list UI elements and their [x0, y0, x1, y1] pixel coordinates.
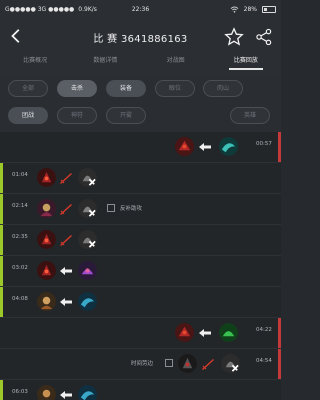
- dire-side-bar: [278, 318, 281, 348]
- hero-portrait: [37, 385, 56, 400]
- tab-data-details[interactable]: 数据详情: [70, 54, 140, 74]
- hero-portrait: [37, 168, 56, 187]
- radiant-side-bar: [0, 225, 3, 255]
- hero-portrait: [78, 385, 97, 400]
- tab-match-replay[interactable]: 比赛回放: [211, 54, 281, 74]
- sword-kill-icon: [59, 234, 73, 246]
- clock: 22:36: [131, 6, 150, 13]
- filter-panel: 全部 击杀 装备 眼位 肉山 团战 神符 开雾 英雄: [0, 74, 281, 132]
- hero-portrait: [37, 292, 56, 311]
- tab-battle-map[interactable]: 对战图: [141, 54, 211, 74]
- sword-kill-icon: [201, 358, 215, 370]
- radiant-side-bar: [0, 380, 3, 400]
- event-time: 04:22: [256, 327, 272, 333]
- event-note: 反补助攻: [120, 206, 143, 212]
- timeline-event-row[interactable]: 04:22: [0, 318, 281, 348]
- timeline-event-row[interactable]: 时间劳边 04:54: [0, 349, 281, 379]
- event-time: 02:35: [12, 234, 28, 240]
- radiant-side-bar: [0, 256, 3, 286]
- event-time: 03:02: [12, 265, 28, 271]
- filter-heroes-chip[interactable]: 英雄: [230, 107, 270, 124]
- deny-checkbox[interactable]: [165, 359, 173, 367]
- deny-icon: [198, 141, 212, 153]
- event-time: 04:54: [256, 358, 272, 364]
- hero-portrait: [78, 261, 97, 280]
- timeline-event-row[interactable]: 04:08: [0, 287, 281, 317]
- filter-items-chip[interactable]: 装备: [106, 80, 146, 97]
- hero-portrait: [175, 137, 194, 156]
- deny-icon: [59, 389, 73, 400]
- hero-portrait: [219, 137, 238, 156]
- tab-bar: 比赛概况 数据详情 对战图 比赛回放: [0, 54, 281, 74]
- filter-all-chip[interactable]: 全部: [8, 80, 48, 97]
- status-bar: G●●●●● 3G ●●●●● 0.9K/s 22:36 28%: [0, 0, 281, 19]
- hero-portrait: [78, 199, 97, 218]
- deny-checkbox[interactable]: [107, 204, 115, 212]
- radiant-side-bar: [0, 287, 3, 317]
- deny-icon: [198, 327, 212, 339]
- timeline-event-row[interactable]: 02:35: [0, 225, 281, 255]
- deny-icon: [59, 265, 73, 277]
- sword-kill-icon: [59, 172, 73, 184]
- hero-portrait: [78, 230, 97, 249]
- hero-portrait: [219, 323, 238, 342]
- dire-side-bar: [278, 349, 281, 379]
- hero-portrait: [37, 199, 56, 218]
- filter-runes-chip[interactable]: 神符: [57, 107, 97, 124]
- filter-wards-chip[interactable]: 眼位: [155, 80, 195, 97]
- event-time: 04:08: [12, 296, 28, 302]
- hero-portrait: [37, 261, 56, 280]
- hero-portrait: [221, 354, 240, 373]
- hero-portrait: [78, 168, 97, 187]
- radiant-side-bar: [0, 163, 3, 193]
- timeline-event-row[interactable]: 02:14 反补助攻: [0, 194, 281, 224]
- star-icon[interactable]: [224, 27, 244, 47]
- event-time: 00:57: [256, 141, 272, 147]
- hero-portrait: [37, 230, 56, 249]
- deny-icon: [59, 296, 73, 308]
- event-note: 时间劳边: [131, 361, 154, 367]
- hero-portrait: [78, 292, 97, 311]
- timeline-event-row[interactable]: 00:57: [0, 132, 281, 162]
- nav-bar: 比 赛 3641886163: [0, 19, 281, 54]
- dire-side-bar: [278, 132, 281, 162]
- timeline-event-row[interactable]: 01:04: [0, 163, 281, 193]
- timeline-event-row[interactable]: 03:02: [0, 256, 281, 286]
- battery-icon: [262, 6, 276, 13]
- radiant-side-bar: [0, 194, 3, 224]
- event-time: 02:14: [12, 203, 28, 209]
- event-time: 01:04: [12, 172, 28, 178]
- event-time: 06:03: [12, 389, 28, 395]
- share-icon[interactable]: [255, 28, 273, 46]
- filter-smoke-chip[interactable]: 开雾: [106, 107, 146, 124]
- sword-kill-icon: [59, 203, 73, 215]
- filter-kills-chip[interactable]: 击杀: [57, 80, 97, 97]
- hero-portrait: [175, 323, 194, 342]
- timeline-event-row[interactable]: 06:03: [0, 380, 281, 400]
- filter-teamfight-chip[interactable]: 团战: [8, 107, 48, 124]
- tab-match-overview[interactable]: 比赛概况: [0, 54, 70, 74]
- hero-portrait: [178, 354, 197, 373]
- filter-roshan-chip[interactable]: 肉山: [203, 80, 243, 97]
- event-timeline: 00:57 01:04 02:14 反补助攻 02:35 03:02 04:08…: [0, 132, 281, 400]
